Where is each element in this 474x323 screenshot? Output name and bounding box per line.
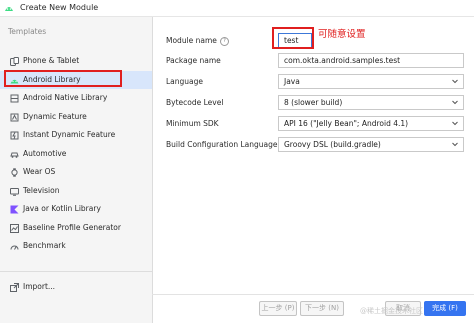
- import-icon: [10, 283, 19, 292]
- template-item-label: Java or Kotlin Library: [23, 204, 101, 213]
- template-item-label: Benchmark: [23, 241, 66, 250]
- language-label: Language: [166, 77, 204, 86]
- build-config-language-dropdown[interactable]: Groovy DSL (build.gradle): [278, 137, 464, 152]
- minimum-sdk-row: Minimum SDK API 16 ("Jelly Bean"; Androi…: [166, 116, 466, 132]
- import-label: Import...: [23, 282, 56, 291]
- build-config-language-value: Groovy DSL (build.gradle): [284, 140, 381, 149]
- language-row: Language Java: [166, 74, 466, 90]
- benchmark-icon: [10, 245, 19, 250]
- language-value: Java: [284, 77, 300, 86]
- android-studio-icon: [5, 7, 13, 11]
- template-item-label: Dynamic Feature: [23, 111, 87, 121]
- template-item-label: Android Native Library: [23, 93, 108, 102]
- phone-tablet-icon: [10, 57, 19, 66]
- car-icon: [10, 152, 19, 158]
- template-item-label: Instant Dynamic Feature: [23, 130, 116, 139]
- bytecode-level-value: 8 (slower build): [284, 98, 343, 107]
- annotation-highlight-box: [272, 27, 314, 49]
- template-item-television[interactable]: Television: [0, 182, 152, 201]
- package-name-label: Package name: [166, 56, 221, 65]
- bytecode-level-label: Bytecode Level: [166, 98, 224, 107]
- minimum-sdk-dropdown[interactable]: API 16 ("Jelly Bean"; Android 4.1): [278, 116, 464, 131]
- template-item-automotive[interactable]: Automotive: [0, 145, 152, 164]
- templates-sidebar: Templates Phone & Tablet Android Library…: [0, 17, 153, 323]
- chevron-down-icon: [452, 142, 458, 147]
- import-item[interactable]: Import...: [0, 278, 152, 296]
- template-item-android-native-library[interactable]: Android Native Library: [0, 89, 152, 108]
- module-name-label: Module name: [166, 36, 217, 45]
- template-item-label: Wear OS: [23, 167, 56, 176]
- template-list: Phone & Tablet Android Library Android N…: [0, 52, 152, 256]
- chevron-down-icon: [452, 100, 458, 105]
- bytecode-level-dropdown[interactable]: 8 (slower build): [278, 95, 464, 110]
- watermark: @稀土掘金技术社区: [360, 307, 423, 315]
- template-item-label: Automotive: [23, 148, 67, 158]
- dynamic-feature-icon: [10, 113, 19, 121]
- template-item-benchmark[interactable]: Benchmark: [0, 237, 152, 256]
- template-item-label: Television: [23, 185, 60, 195]
- build-config-language-row: Build Configuration Language Groovy DSL …: [166, 137, 466, 153]
- finish-button[interactable]: 完成 (F): [424, 301, 466, 316]
- module-name-row: Module name? test: [166, 33, 466, 49]
- template-item-dynamic-feature[interactable]: Dynamic Feature: [0, 108, 152, 127]
- sidebar-divider: [0, 271, 152, 272]
- templates-section-label: Templates: [8, 27, 47, 36]
- baseline-profile-icon: [10, 223, 19, 233]
- minimum-sdk-label: Minimum SDK: [166, 119, 219, 128]
- template-item-wear-os[interactable]: Wear OS: [0, 163, 152, 182]
- package-name-row: Package name com.okta.android.samples.te…: [166, 53, 466, 69]
- next-button[interactable]: 下一步 (N): [300, 301, 344, 316]
- selection-highlight-box: [4, 70, 122, 87]
- instant-feature-icon: [10, 131, 19, 140]
- title-bar: Create New Module: [0, 0, 474, 17]
- template-item-label: Baseline Profile Generator: [23, 222, 121, 232]
- template-item-instant-dynamic-feature[interactable]: Instant Dynamic Feature: [0, 126, 152, 145]
- template-item-android-library[interactable]: Android Library: [0, 70, 152, 89]
- chevron-down-icon: [452, 121, 458, 126]
- template-item-label: Phone & Tablet: [23, 56, 80, 65]
- window-title: Create New Module: [20, 3, 99, 12]
- package-name-field[interactable]: com.okta.android.samples.test: [278, 53, 464, 68]
- template-item-java-kotlin-library[interactable]: Java or Kotlin Library: [0, 200, 152, 219]
- kotlin-icon: [10, 205, 19, 214]
- template-item-phone-tablet[interactable]: Phone & Tablet: [0, 52, 152, 71]
- chevron-down-icon: [452, 79, 458, 84]
- tv-icon: [10, 187, 19, 196]
- language-dropdown[interactable]: Java: [278, 74, 464, 89]
- help-icon[interactable]: ?: [219, 36, 229, 46]
- minimum-sdk-value: API 16 ("Jelly Bean"; Android 4.1): [284, 119, 409, 128]
- annotation-text: 可随意设置: [318, 29, 366, 40]
- previous-button[interactable]: 上一步 (P): [259, 301, 297, 316]
- footer-divider: [152, 294, 474, 295]
- build-config-language-label: Build Configuration Language: [166, 140, 278, 149]
- template-item-baseline-profile-generator[interactable]: Baseline Profile Generator: [0, 219, 152, 238]
- watch-icon: [11, 168, 18, 177]
- bytecode-level-row: Bytecode Level 8 (slower build): [166, 95, 466, 111]
- native-library-icon: [10, 94, 19, 103]
